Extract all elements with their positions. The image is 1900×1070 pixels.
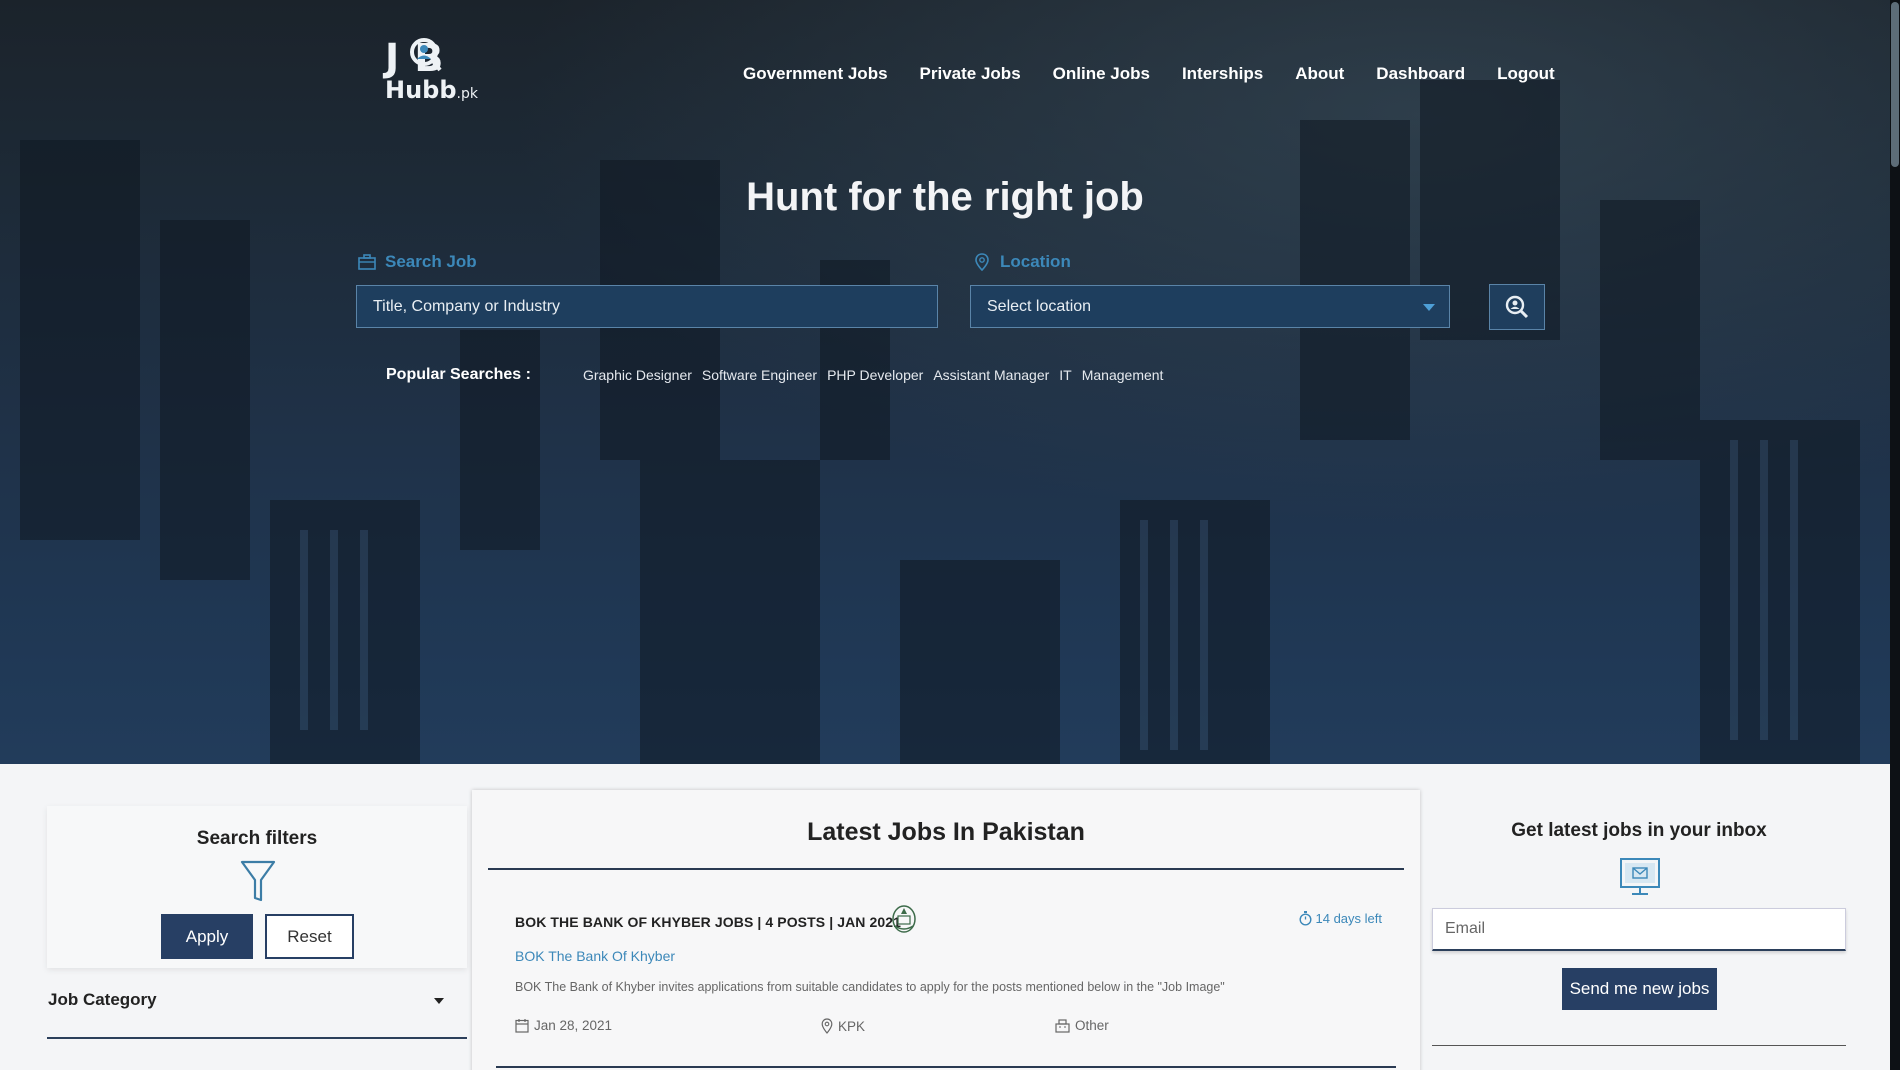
caret-down-icon[interactable] [434,998,444,1004]
latest-jobs-title: Latest Jobs In Pakistan [807,818,1085,846]
briefcase-icon [358,254,376,270]
location-label: Location [972,252,1071,272]
nav-government-jobs[interactable]: Government Jobs [743,64,888,84]
popular-searches: Popular Searches : Graphic Designer Soft… [386,366,1173,384]
search-input-placeholder: Title, Company or Industry [373,297,561,315]
job-type: Other [1055,1018,1109,1033]
reset-button[interactable]: Reset [265,914,354,959]
job-category-toggle[interactable]: Job Category [48,990,157,1010]
main-nav: Government Jobs Private Jobs Online Jobs… [743,64,1587,84]
divider [496,1066,1396,1068]
days-left-badge: 14 days left [1298,910,1383,926]
location-selected-value: Select location [987,297,1092,315]
job-date: Jan 28, 2021 [515,1018,612,1033]
logo-bottom-text: Hubb [385,76,457,104]
nav-private-jobs[interactable]: Private Jobs [920,64,1021,84]
search-filters-title: Search filters [196,828,318,849]
search-filters-panel: Search filters Apply Reset [47,806,467,968]
site-logo[interactable]: J B Hubb.pk [383,36,483,108]
location-select[interactable]: Select location [970,285,1450,328]
job-location: KPK [821,1018,865,1034]
hero-title: Hunt for the right job [746,175,1144,219]
calendar-icon [515,1019,529,1033]
popular-tag-assistant-manager[interactable]: Assistant Manager [933,367,1049,383]
divider [488,868,1404,870]
nav-logout[interactable]: Logout [1497,64,1555,84]
send-me-new-jobs-button[interactable]: Send me new jobs [1562,968,1717,1010]
popular-tag-php-developer[interactable]: PHP Developer [827,367,923,383]
newsletter-panel: Get latest jobs in your inbox Email Send… [1432,800,1846,1060]
popular-tag-management[interactable]: Management [1082,367,1164,383]
logo-suffix: .pk [456,86,478,102]
building-icon [1055,1018,1070,1033]
government-emblem-icon [892,905,916,933]
person-search-icon [410,38,442,72]
nav-online-jobs[interactable]: Online Jobs [1053,64,1150,84]
job-description: BOK The Bank of Khyber invites applicati… [515,980,1225,994]
latest-jobs-panel: Latest Jobs In Pakistan BOK THE BANK OF … [472,790,1420,1070]
company-link[interactable]: BOK The Bank Of Khyber [515,948,675,964]
popular-tag-it[interactable]: IT [1059,367,1071,383]
hero-section: J B Hubb.pk Government Jobs Private Jobs… [0,0,1890,764]
search-job-label: Search Job [357,252,477,272]
stopwatch-icon [1298,911,1312,926]
search-icon [1505,295,1529,319]
search-button[interactable] [1489,284,1545,330]
location-label-text: Location [1000,252,1071,271]
popular-tag-graphic-designer[interactable]: Graphic Designer [583,367,692,383]
funnel-icon [240,860,276,902]
job-location-text: KPK [838,1018,866,1034]
days-left-text: 14 days left [1315,910,1383,926]
email-input-placeholder: Email [1445,920,1486,937]
scrollbar-thumb[interactable] [1891,2,1899,167]
monitor-mail-icon [1620,858,1660,895]
search-job-label-text: Search Job [385,252,477,271]
search-input[interactable]: Title, Company or Industry [356,285,938,328]
popular-searches-label: Popular Searches : [386,366,531,383]
job-type-text: Other [1075,1018,1109,1033]
job-date-text: Jan 28, 2021 [534,1018,613,1033]
location-pin-icon [975,253,989,272]
popular-tag-software-engineer[interactable]: Software Engineer [702,367,817,383]
job-title[interactable]: BOK THE BANK OF KHYBER JOBS | 4 POSTS | … [515,914,901,930]
nav-internships[interactable]: Interships [1182,64,1263,84]
divider [1432,1045,1846,1046]
location-pin-icon [821,1018,833,1034]
nav-about[interactable]: About [1295,64,1344,84]
newsletter-title: Get latest jobs in your inbox [1511,820,1767,841]
email-input[interactable]: Email [1432,908,1846,951]
chevron-down-icon [1423,304,1435,311]
apply-button[interactable]: Apply [161,914,253,959]
nav-dashboard[interactable]: Dashboard [1376,64,1465,84]
divider [47,1037,467,1039]
